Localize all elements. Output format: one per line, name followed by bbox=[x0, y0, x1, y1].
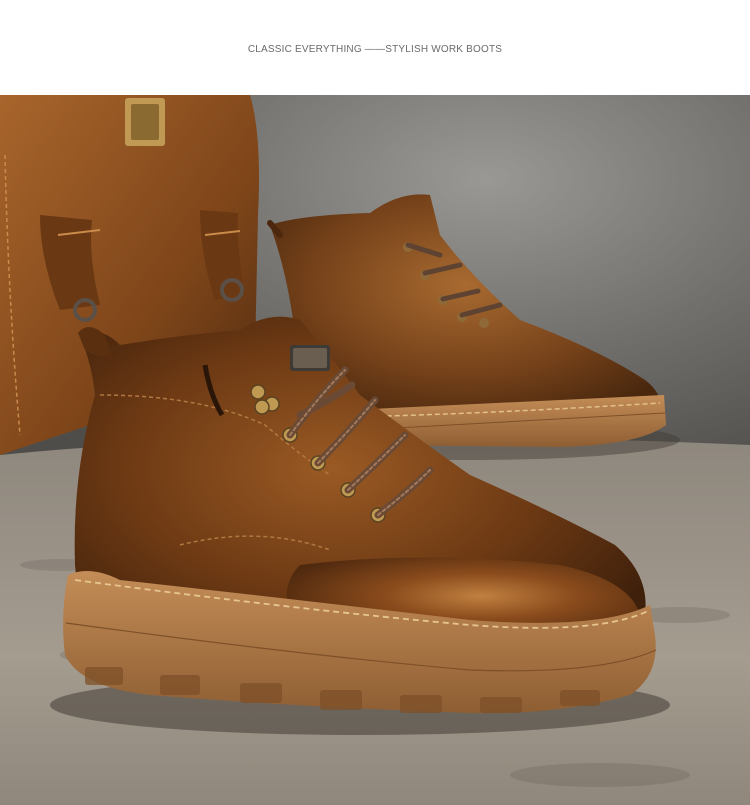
tagline-banner: CLASSIC EVERYTHING ——STYLISH WORK BOOTS bbox=[247, 44, 503, 55]
product-photo bbox=[0, 95, 750, 805]
